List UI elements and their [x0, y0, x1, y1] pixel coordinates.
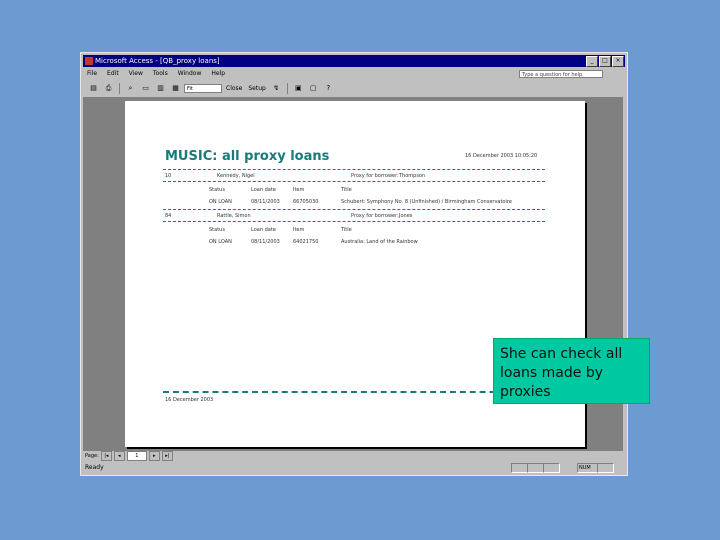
office-links-icon[interactable]: ↯ [270, 82, 283, 95]
col-header-loan-date: Loan date [251, 187, 276, 193]
report-footer-date: 16 December 2003 [165, 397, 214, 403]
col-header-title: Title [341, 187, 352, 193]
report-divider [163, 169, 545, 170]
group-divider [163, 181, 545, 182]
new-object-icon[interactable]: ▢ [307, 82, 320, 95]
last-page-button[interactable]: ▸| [161, 451, 173, 461]
col-header-title: Title [341, 227, 352, 233]
database-window-icon[interactable]: ▣ [292, 82, 305, 95]
multiple-pages-icon[interactable]: ▦ [169, 82, 182, 95]
loan-date: 08/11/2003 [251, 199, 280, 205]
col-header-status: Status [209, 187, 225, 193]
maximize-button[interactable]: □ [599, 56, 611, 67]
loan-title: Schubert: Symphony No. 8 (Unfinished) / … [341, 199, 512, 205]
report-printed-date: 16 December 2003 10:05:20 [465, 153, 538, 159]
close-button[interactable]: × [612, 56, 624, 67]
status-panel [597, 463, 614, 473]
menu-window[interactable]: Window [178, 68, 202, 80]
zoom-icon[interactable]: ⌕ [124, 82, 137, 95]
next-page-button[interactable]: ▸ [148, 451, 160, 461]
report-footer-divider [163, 391, 545, 393]
status-text: Ready [85, 464, 104, 471]
status-panel [527, 463, 544, 473]
minimize-button[interactable]: _ [586, 56, 598, 67]
report-title: MUSIC: all proxy loans [165, 149, 330, 164]
print-icon[interactable]: ⎙ [102, 82, 115, 95]
toolbar: ▤ ⎙ ⌕ ▭ ▥ ▦ Fit Close Setup ↯ ▣ ▢ ? [83, 81, 625, 95]
menu-view[interactable]: View [129, 68, 143, 80]
col-header-item: Item [293, 227, 305, 233]
group-proxy-label: Proxy for borrower: [351, 213, 399, 219]
group-proxy: Thompson [399, 173, 426, 179]
group-proxy-label: Proxy for borrower: [351, 173, 399, 179]
group-id: 84 [165, 213, 172, 219]
window-controls: _ □ × [586, 56, 624, 67]
group-id: 10 [165, 173, 172, 179]
status-bar: Ready NUM [83, 462, 625, 473]
loan-item: 64021750 [293, 239, 319, 245]
access-icon [85, 57, 93, 65]
menu-tools[interactable]: Tools [153, 68, 168, 80]
view-icon[interactable]: ▤ [87, 82, 100, 95]
num-lock-indicator: NUM [577, 463, 598, 473]
access-window: Microsoft Access - [QB_proxy loans] _ □ … [80, 52, 628, 476]
loan-date: 08/11/2003 [251, 239, 280, 245]
page-label: Page: [85, 453, 99, 459]
loan-status: ON LOAN [209, 199, 232, 205]
col-header-item: Item [293, 187, 305, 193]
help-search-input[interactable]: Type a question for help [519, 70, 603, 78]
close-preview-button[interactable]: Close [224, 85, 244, 92]
group-proxy: Jones [399, 213, 413, 219]
menu-edit[interactable]: Edit [107, 68, 119, 80]
loan-status: ON LOAN [209, 239, 232, 245]
toolbar-separator [119, 82, 120, 94]
help-icon[interactable]: ? [322, 82, 335, 95]
group-divider [163, 221, 545, 222]
menu-file[interactable]: File [87, 68, 97, 80]
page-number-input[interactable]: 1 [126, 451, 147, 461]
annotation-callout: She can check all loans made by proxies [493, 338, 650, 404]
two-pages-icon[interactable]: ▥ [154, 82, 167, 95]
one-page-icon[interactable]: ▭ [139, 82, 152, 95]
previous-page-button[interactable]: ◂ [113, 451, 125, 461]
loan-item: 66705030 [293, 199, 319, 205]
col-header-status: Status [209, 227, 225, 233]
toolbar-separator [286, 82, 288, 94]
status-panel [543, 463, 560, 473]
title-bar: Microsoft Access - [QB_proxy loans] _ □ … [83, 55, 625, 67]
record-navigator: Page: |◂ ◂ 1 ▸ ▸| [83, 451, 625, 461]
window-title: Microsoft Access - [QB_proxy loans] [95, 57, 220, 65]
col-header-loan-date: Loan date [251, 227, 276, 233]
zoom-select[interactable]: Fit [184, 83, 222, 93]
status-panel [511, 463, 528, 473]
group-name: Rattle, Simon [217, 213, 251, 219]
loan-title: Australia: Land of the Rainbow [341, 239, 418, 245]
group-name: Kennedy, Nigel [217, 173, 255, 179]
first-page-button[interactable]: |◂ [100, 451, 112, 461]
setup-button[interactable]: Setup [246, 85, 267, 92]
report-divider [163, 209, 545, 210]
menu-help[interactable]: Help [211, 68, 225, 80]
